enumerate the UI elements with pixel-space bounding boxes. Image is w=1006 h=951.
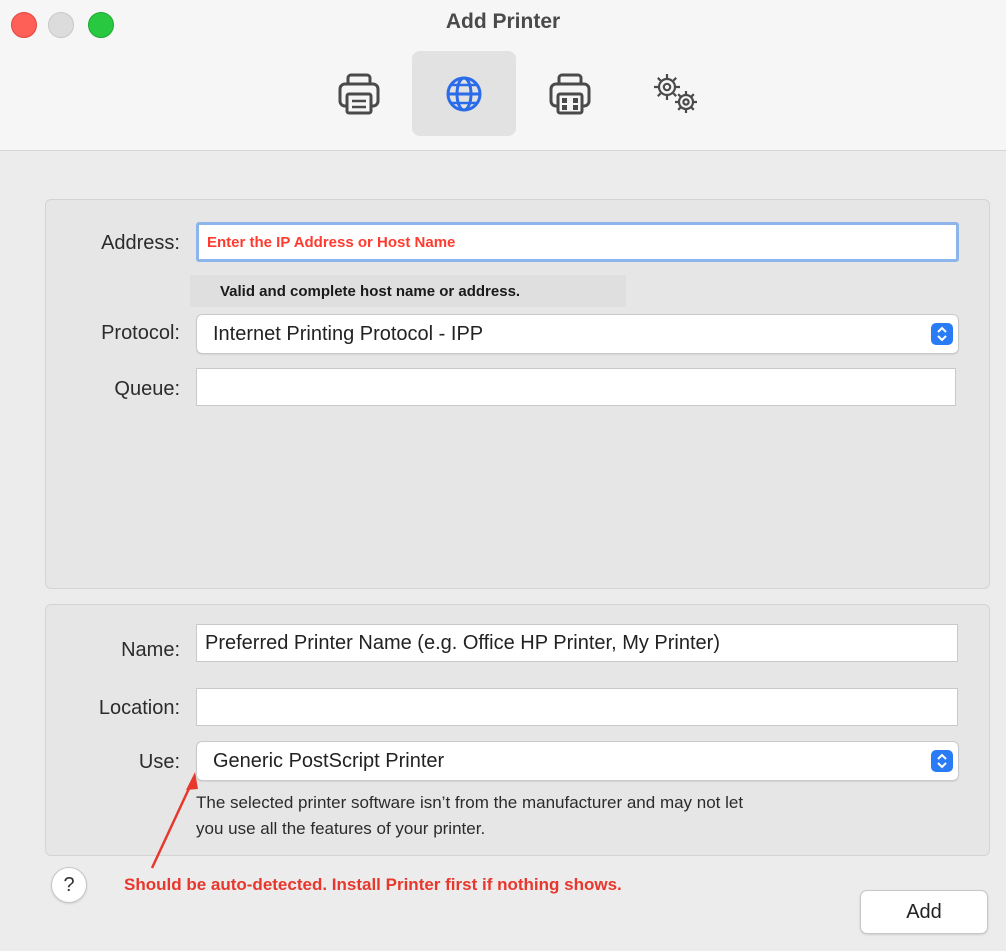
chevron-up-down-icon xyxy=(931,750,953,772)
protocol-select-value: Internet Printing Protocol - IPP xyxy=(213,322,484,345)
driver-select[interactable]: Generic PostScript Printer xyxy=(196,741,959,781)
add-button[interactable]: Add xyxy=(860,890,988,934)
protocol-label: Protocol: xyxy=(101,322,180,344)
gear-icon xyxy=(654,73,697,113)
toolbar-advanced-tab[interactable] xyxy=(624,51,728,136)
address-input[interactable]: Enter the IP Address or Host Name xyxy=(196,222,959,262)
driver-warning-line-1: The selected printer software isn’t from… xyxy=(196,793,744,812)
address-validation-hint: Valid and complete host name or address. xyxy=(190,275,626,307)
chevron-up-down-icon xyxy=(931,323,953,345)
address-input-value: Enter the IP Address or Host Name xyxy=(207,233,456,251)
location-label: Location: xyxy=(98,697,180,719)
printer-icon xyxy=(338,73,380,114)
toolbar-ip-tab[interactable] xyxy=(412,51,516,136)
fax-printer-icon xyxy=(549,73,591,114)
name-input[interactable]: Preferred Printer Name (e.g. Office HP P… xyxy=(196,624,958,662)
window-title: Add Printer xyxy=(445,10,561,33)
queue-input[interactable] xyxy=(196,368,956,406)
location-input[interactable] xyxy=(196,688,958,726)
toolbar-default-printer-tab[interactable] xyxy=(307,51,411,136)
globe-icon xyxy=(446,76,482,111)
address-label: Address: xyxy=(101,232,180,254)
window-toolbar: Add Printer xyxy=(0,0,1006,151)
toolbar-windows-tab[interactable] xyxy=(518,51,622,136)
annotation-text: Should be auto-detected. Install Printer… xyxy=(124,875,622,894)
help-button[interactable]: ? xyxy=(51,867,87,903)
queue-label: Queue: xyxy=(114,378,180,400)
driver-warning-line-2: you use all the features of your printer… xyxy=(196,819,486,838)
protocol-select[interactable]: Internet Printing Protocol - IPP xyxy=(196,314,959,354)
name-label: Name: xyxy=(121,639,180,661)
driver-select-value: Generic PostScript Printer xyxy=(213,749,445,772)
use-label: Use: xyxy=(138,751,180,773)
